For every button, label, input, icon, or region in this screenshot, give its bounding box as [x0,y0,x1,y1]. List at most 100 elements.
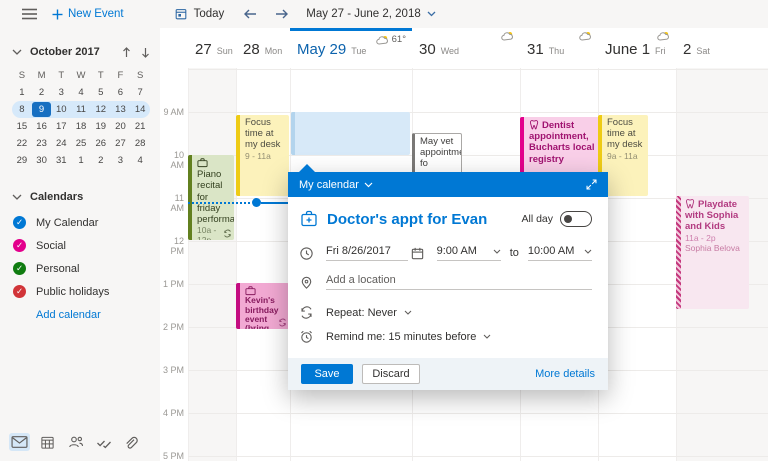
day-header-tue[interactable]: May 29Tue61° [290,28,412,68]
minical-dow-label: F [111,68,131,83]
minical-day-cell[interactable]: 9 [32,102,52,117]
repeat-dropdown[interactable]: Repeat: Never [326,307,412,319]
day-of-week-label: Thu [549,46,565,56]
event-new-placeholder[interactable] [291,112,410,155]
minical-day-cell[interactable]: 30 [32,153,52,168]
event-kevin[interactable]: Kevin's birthday event (bring chocolate) [236,283,289,329]
day-header-sun[interactable]: 27Sun [188,28,236,68]
event-focus-mon[interactable]: Focus time at my desk9 - 11a [236,115,289,196]
calendar-app-icon[interactable] [38,433,57,452]
minical-day-cell[interactable]: 16 [32,119,52,134]
weather-indicator [579,31,592,41]
minical-day-cell[interactable]: 3 [111,153,131,168]
minical-day-cell[interactable]: 11 [71,102,91,117]
minical-day-cell[interactable]: 12 [91,102,111,117]
minical-day-cell[interactable]: 8 [12,102,32,117]
minical-day-cell[interactable]: 23 [32,136,52,151]
location-input[interactable]: Add a location [326,274,592,290]
minical-day-cell[interactable]: 4 [130,153,150,168]
minical-day-cell[interactable]: 3 [51,85,71,100]
hour-line [188,69,768,70]
people-app-icon[interactable] [66,433,86,451]
weather-indicator [501,31,514,41]
minical-day-cell[interactable]: 13 [111,102,131,117]
minical-title: October 2017 [30,46,100,58]
hamburger-menu-icon[interactable] [22,8,37,20]
day-header-fri[interactable]: June 1Fri [598,28,676,68]
minical-day-cell[interactable]: 15 [12,119,32,134]
minical-day-cell[interactable]: 27 [111,136,131,151]
minical-day-cell[interactable]: 1 [12,85,32,100]
event-title: May vet appointment fo [420,136,462,169]
minical-day-cell[interactable]: 4 [71,85,91,100]
date-field[interactable]: Fri 8/26/2017 [326,245,408,261]
current-time-indicator [188,202,250,204]
previous-week-arrow-icon[interactable] [242,8,258,20]
mail-app-icon[interactable] [9,433,30,451]
minical-day-cell[interactable]: 18 [71,119,91,134]
collapse-chevron-icon[interactable] [12,49,22,55]
collapse-chevron-icon[interactable] [12,194,22,200]
minical-day-cell[interactable]: 19 [91,119,111,134]
more-details-link[interactable]: More details [535,368,595,380]
minical-day-cell[interactable]: 14 [130,102,150,117]
minical-day-cell[interactable]: 6 [111,85,131,100]
event-title-input[interactable]: Doctor's appt for Evan [327,211,521,228]
minical-day-cell[interactable]: 21 [130,119,150,134]
event-time: 9a - 11a [607,151,645,161]
day-header-mon[interactable]: 28Mon [236,28,290,68]
calendar-list-item[interactable]: ✓My Calendar [0,211,160,234]
end-time-dropdown[interactable]: 10:00 AM [528,245,592,261]
minical-day-cell[interactable]: 25 [71,136,91,151]
new-event-button[interactable]: New Event [52,8,124,20]
calendar-list-item[interactable]: ✓Public holidays [0,280,160,303]
day-header-sat[interactable]: 2Sat [676,28,768,68]
date-range-selector[interactable]: May 27 - June 2, 2018 [306,8,435,20]
event-title: Focus time at my desk [607,117,642,150]
date-picker-icon[interactable] [410,246,425,261]
event-playdate[interactable]: Playdate with Sophia and Kids11a - 2pSop… [676,196,749,309]
calendar-list-item[interactable]: ✓Social [0,234,160,257]
minical-day-cell[interactable]: 22 [12,136,32,151]
minical-day-cell[interactable]: 28 [130,136,150,151]
attachments-app-icon[interactable] [123,433,140,452]
day-header-thu[interactable]: 31Thu [520,28,598,68]
chevron-down-icon [493,249,501,254]
next-week-arrow-icon[interactable] [274,8,290,20]
minical-day-cell[interactable]: 2 [91,153,111,168]
minical-day-cell[interactable]: 26 [91,136,111,151]
minical-day-cell[interactable]: 29 [12,153,32,168]
day-number: 30 [419,41,436,58]
event-piano[interactable]: Piano recital for friday performance10a … [188,155,234,240]
minical-day-cell[interactable]: 20 [111,119,131,134]
calendar-picker-dropdown[interactable]: My calendar [299,179,359,191]
minical-day-cell[interactable]: 17 [51,119,71,134]
weather-indicator: 61° [376,34,406,45]
minical-day-cell[interactable]: 10 [51,102,71,117]
discard-button[interactable]: Discard [362,364,420,384]
all-day-toggle[interactable] [560,211,592,227]
tasks-app-icon[interactable] [94,434,114,451]
day-number: June 1 [605,41,650,58]
minical-next-month-icon[interactable] [141,47,150,58]
expand-dialog-icon[interactable] [585,178,598,191]
minical-day-cell[interactable]: 2 [32,85,52,100]
minical-day-cell[interactable]: 1 [71,153,91,168]
minical-day-cell[interactable]: 24 [51,136,71,151]
calendar-list-item[interactable]: ✓Personal [0,257,160,280]
minical-day-cell[interactable]: 5 [91,85,111,100]
minical-day-cell[interactable]: 7 [130,85,150,100]
minical-day-cell[interactable]: 31 [51,153,71,168]
add-calendar-link[interactable]: Add calendar [0,309,160,321]
reminder-dropdown[interactable]: Remind me: 15 minutes before [326,331,491,343]
day-header-wed[interactable]: 30Wed [412,28,520,68]
start-time-dropdown[interactable]: 9:00 AM [437,245,501,261]
save-button[interactable]: Save [301,364,353,384]
calendar-name: Social [36,240,66,252]
app-switcher-bar [0,423,148,461]
today-button[interactable]: Today [174,7,225,21]
minical-dow-label: T [51,68,71,83]
top-bar: New Event Today May 27 - June 2, 2018 [0,0,768,28]
chevron-down-icon[interactable] [364,182,373,188]
minical-prev-month-icon[interactable] [122,47,131,58]
